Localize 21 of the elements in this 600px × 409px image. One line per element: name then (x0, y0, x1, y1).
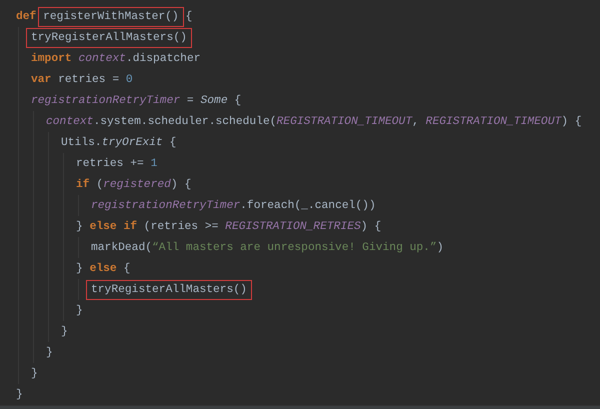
code-line: import context.dispatcher (31, 52, 201, 64)
code-line: def (16, 10, 38, 22)
code-line: { (184, 10, 192, 22)
highlighted-code: registerWithMaster() (39, 8, 183, 26)
highlighted-code: tryRegisterAllMasters() (87, 280, 251, 298)
code-line: } else { (76, 262, 130, 274)
code-line: } (46, 346, 53, 358)
code-line: } (16, 388, 23, 400)
code-line: markDead(“All masters are unresponsive! Giving up.”) (91, 242, 444, 254)
code-line: retries += 1 (76, 158, 158, 170)
code-line: context.system.scheduler.schedule(REGISTRATION_TIMEOUT, REGISTRATION_TIMEOUT) { (46, 116, 582, 128)
code-line: var retries = 0 (31, 74, 133, 86)
code-line: } else if (retries >= REGISTRATION_RETRIES) { (76, 220, 382, 232)
code-line: } (61, 326, 68, 338)
code-line: } (31, 368, 38, 380)
code-line: Utils.tryOrExit { (61, 136, 176, 148)
highlighted-code: tryRegisterAllMasters() (27, 28, 191, 46)
code-line: registrationRetryTimer = Some { (31, 94, 242, 106)
code-line: if (registered) { (76, 178, 192, 190)
code-line: registrationRetryTimer.foreach(_.cancel()) (91, 200, 376, 212)
code-line: } (76, 304, 83, 316)
